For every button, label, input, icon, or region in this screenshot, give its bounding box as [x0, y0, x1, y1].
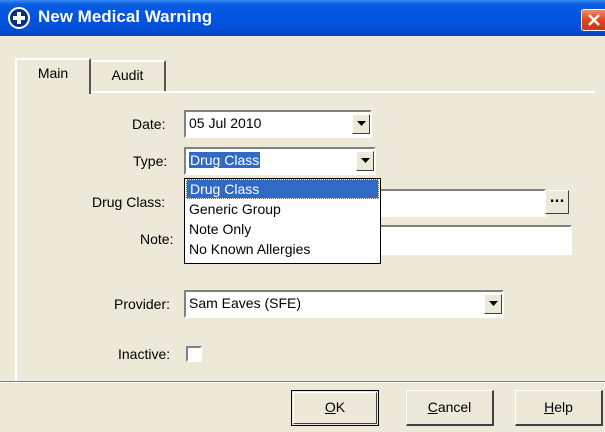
close-icon	[588, 14, 600, 26]
tab-main[interactable]: Main	[15, 58, 91, 94]
ok-button-label: OK	[324, 399, 346, 415]
type-select[interactable]: Drug Class	[184, 147, 376, 175]
type-label: Type:	[133, 153, 168, 169]
button-separator	[0, 381, 605, 383]
inactive-label: Inactive:	[118, 346, 171, 362]
inactive-checkbox[interactable]	[186, 346, 202, 362]
type-value: Drug Class	[189, 152, 261, 168]
provider-select[interactable]: Sam Eaves (SFE)	[184, 290, 504, 318]
date-value: 05 Jul 2010	[189, 115, 262, 131]
window-title: New Medical Warning	[38, 7, 213, 26]
ok-button[interactable]: OK	[291, 390, 379, 426]
date-field[interactable]: 05 Jul 2010	[184, 110, 372, 138]
date-dropdown-button[interactable]	[352, 114, 370, 134]
type-dropdown-button[interactable]	[356, 151, 374, 171]
provider-value: Sam Eaves (SFE)	[189, 295, 302, 311]
dropdown-option[interactable]: No Known Allergies	[186, 239, 379, 259]
help-button-label: Help	[544, 399, 573, 415]
chevron-down-icon	[489, 301, 498, 306]
dropdown-option[interactable]: Note Only	[186, 219, 379, 239]
drug-class-field[interactable]	[380, 189, 546, 217]
type-dropdown-list[interactable]: Drug Class Generic Group Note Only No Kn…	[184, 178, 381, 264]
titlebar[interactable]: New Medical Warning	[0, 0, 605, 36]
help-button[interactable]: Help	[515, 390, 603, 426]
tab-audit[interactable]: Audit	[90, 60, 166, 92]
dropdown-option[interactable]: Generic Group	[186, 199, 379, 219]
close-button[interactable]	[581, 9, 605, 31]
drug-class-browse-button[interactable]: ...	[545, 190, 569, 214]
chevron-down-icon	[361, 158, 370, 163]
dropdown-option[interactable]: Drug Class	[186, 179, 379, 199]
date-label: Date:	[132, 116, 166, 132]
note-field[interactable]	[380, 225, 572, 255]
provider-label: Provider:	[114, 296, 171, 312]
provider-dropdown-button[interactable]	[484, 294, 502, 314]
cancel-button[interactable]: Cancel	[406, 390, 494, 426]
app-plus-icon	[8, 7, 30, 29]
cancel-button-label: Cancel	[427, 399, 472, 415]
drug-class-label: Drug Class:	[92, 194, 166, 210]
note-label: Note:	[140, 231, 174, 247]
chevron-down-icon	[357, 121, 366, 126]
